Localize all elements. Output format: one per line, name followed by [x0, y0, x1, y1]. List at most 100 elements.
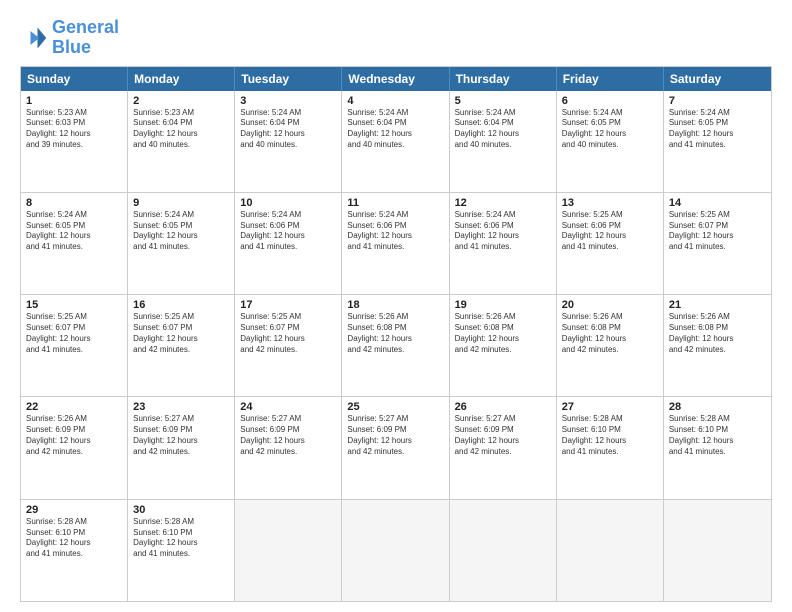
- day-cell-27: 27Sunrise: 5:28 AMSunset: 6:10 PMDayligh…: [557, 397, 664, 498]
- day-number: 22: [26, 401, 122, 413]
- cell-line: and 42 minutes.: [133, 447, 229, 458]
- cell-line: Sunrise: 5:27 AM: [455, 414, 551, 425]
- day-number: 18: [347, 299, 443, 311]
- cell-line: Sunrise: 5:24 AM: [562, 108, 658, 119]
- day-cell-7: 7Sunrise: 5:24 AMSunset: 6:05 PMDaylight…: [664, 91, 771, 192]
- cell-line: Daylight: 12 hours: [26, 334, 122, 345]
- day-number: 9: [133, 197, 229, 209]
- cell-line: Sunrise: 5:23 AM: [133, 108, 229, 119]
- cell-line: Daylight: 12 hours: [133, 538, 229, 549]
- cell-line: Sunset: 6:09 PM: [347, 425, 443, 436]
- cell-line: and 42 minutes.: [669, 345, 766, 356]
- cell-line: and 41 minutes.: [133, 242, 229, 253]
- cell-line: Sunrise: 5:23 AM: [26, 108, 122, 119]
- day-cell-20: 20Sunrise: 5:26 AMSunset: 6:08 PMDayligh…: [557, 295, 664, 396]
- cell-line: Daylight: 12 hours: [562, 231, 658, 242]
- logo-text: General Blue: [52, 18, 119, 58]
- cell-line: Daylight: 12 hours: [133, 334, 229, 345]
- calendar-header: SundayMondayTuesdayWednesdayThursdayFrid…: [21, 67, 771, 91]
- cell-line: and 41 minutes.: [669, 140, 766, 151]
- cell-line: and 42 minutes.: [240, 447, 336, 458]
- cell-line: Daylight: 12 hours: [347, 334, 443, 345]
- cell-line: Sunrise: 5:25 AM: [26, 312, 122, 323]
- cell-line: and 40 minutes.: [562, 140, 658, 151]
- cell-line: Sunset: 6:10 PM: [133, 528, 229, 539]
- cell-line: Daylight: 12 hours: [669, 334, 766, 345]
- day-number: 25: [347, 401, 443, 413]
- cell-line: Sunrise: 5:24 AM: [455, 108, 551, 119]
- cell-line: Daylight: 12 hours: [669, 129, 766, 140]
- cell-line: Sunrise: 5:25 AM: [240, 312, 336, 323]
- cell-line: Sunset: 6:04 PM: [455, 118, 551, 129]
- cell-line: Daylight: 12 hours: [26, 129, 122, 140]
- cell-line: and 42 minutes.: [347, 345, 443, 356]
- cell-line: Sunrise: 5:24 AM: [669, 108, 766, 119]
- cell-line: Daylight: 12 hours: [455, 231, 551, 242]
- cell-line: Sunrise: 5:28 AM: [26, 517, 122, 528]
- day-cell-15: 15Sunrise: 5:25 AMSunset: 6:07 PMDayligh…: [21, 295, 128, 396]
- cell-line: Sunset: 6:08 PM: [347, 323, 443, 334]
- logo-icon: [20, 24, 48, 52]
- cell-line: Sunset: 6:08 PM: [455, 323, 551, 334]
- cell-line: and 40 minutes.: [240, 140, 336, 151]
- cell-line: Sunrise: 5:24 AM: [133, 210, 229, 221]
- cell-line: Sunrise: 5:25 AM: [133, 312, 229, 323]
- day-cell-1: 1Sunrise: 5:23 AMSunset: 6:03 PMDaylight…: [21, 91, 128, 192]
- cell-line: and 41 minutes.: [347, 242, 443, 253]
- cell-line: and 40 minutes.: [455, 140, 551, 151]
- day-cell-5: 5Sunrise: 5:24 AMSunset: 6:04 PMDaylight…: [450, 91, 557, 192]
- cell-line: Sunset: 6:09 PM: [133, 425, 229, 436]
- day-number: 15: [26, 299, 122, 311]
- header-day-friday: Friday: [557, 67, 664, 91]
- cell-line: Sunset: 6:09 PM: [26, 425, 122, 436]
- day-cell-11: 11Sunrise: 5:24 AMSunset: 6:06 PMDayligh…: [342, 193, 449, 294]
- day-cell-25: 25Sunrise: 5:27 AMSunset: 6:09 PMDayligh…: [342, 397, 449, 498]
- day-cell-8: 8Sunrise: 5:24 AMSunset: 6:05 PMDaylight…: [21, 193, 128, 294]
- calendar-body: 1Sunrise: 5:23 AMSunset: 6:03 PMDaylight…: [21, 91, 771, 601]
- cell-line: Sunrise: 5:28 AM: [669, 414, 766, 425]
- empty-cell: [664, 500, 771, 601]
- day-number: 7: [669, 95, 766, 107]
- cell-line: Sunset: 6:05 PM: [26, 221, 122, 232]
- cell-line: Daylight: 12 hours: [133, 129, 229, 140]
- cell-line: Sunset: 6:03 PM: [26, 118, 122, 129]
- cell-line: and 41 minutes.: [562, 242, 658, 253]
- cell-line: Sunrise: 5:27 AM: [133, 414, 229, 425]
- day-cell-4: 4Sunrise: 5:24 AMSunset: 6:04 PMDaylight…: [342, 91, 449, 192]
- day-number: 17: [240, 299, 336, 311]
- day-cell-16: 16Sunrise: 5:25 AMSunset: 6:07 PMDayligh…: [128, 295, 235, 396]
- day-number: 20: [562, 299, 658, 311]
- cell-line: Sunrise: 5:26 AM: [26, 414, 122, 425]
- cell-line: Daylight: 12 hours: [562, 334, 658, 345]
- cell-line: Daylight: 12 hours: [669, 436, 766, 447]
- cell-line: Daylight: 12 hours: [26, 538, 122, 549]
- day-number: 1: [26, 95, 122, 107]
- cell-line: and 41 minutes.: [26, 549, 122, 560]
- day-number: 11: [347, 197, 443, 209]
- day-number: 24: [240, 401, 336, 413]
- day-cell-12: 12Sunrise: 5:24 AMSunset: 6:06 PMDayligh…: [450, 193, 557, 294]
- header-day-thursday: Thursday: [450, 67, 557, 91]
- cell-line: and 41 minutes.: [562, 447, 658, 458]
- day-number: 13: [562, 197, 658, 209]
- cell-line: and 40 minutes.: [347, 140, 443, 151]
- cell-line: Sunrise: 5:28 AM: [133, 517, 229, 528]
- cell-line: Daylight: 12 hours: [26, 436, 122, 447]
- cell-line: Sunset: 6:07 PM: [240, 323, 336, 334]
- day-number: 10: [240, 197, 336, 209]
- day-cell-23: 23Sunrise: 5:27 AMSunset: 6:09 PMDayligh…: [128, 397, 235, 498]
- cell-line: Daylight: 12 hours: [240, 436, 336, 447]
- day-cell-13: 13Sunrise: 5:25 AMSunset: 6:06 PMDayligh…: [557, 193, 664, 294]
- day-number: 23: [133, 401, 229, 413]
- cell-line: Daylight: 12 hours: [240, 334, 336, 345]
- header-day-monday: Monday: [128, 67, 235, 91]
- cell-line: and 41 minutes.: [455, 242, 551, 253]
- cell-line: and 41 minutes.: [133, 549, 229, 560]
- cell-line: Sunset: 6:06 PM: [240, 221, 336, 232]
- day-cell-14: 14Sunrise: 5:25 AMSunset: 6:07 PMDayligh…: [664, 193, 771, 294]
- cell-line: Sunset: 6:04 PM: [347, 118, 443, 129]
- header-day-wednesday: Wednesday: [342, 67, 449, 91]
- cell-line: Daylight: 12 hours: [26, 231, 122, 242]
- day-number: 19: [455, 299, 551, 311]
- cell-line: Sunset: 6:04 PM: [240, 118, 336, 129]
